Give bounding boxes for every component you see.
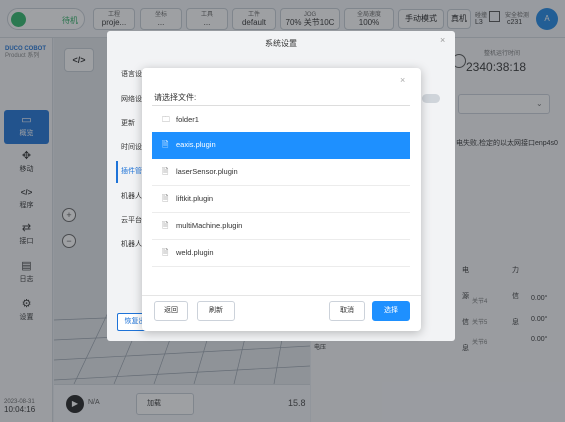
file-dialog-title: 请选择文件: bbox=[154, 93, 197, 102]
cancel-button[interactable]: 取消 bbox=[329, 301, 365, 321]
file-name: laserSensor.plugin bbox=[176, 167, 238, 176]
file-list-item[interactable]: 🗎 eaxis.plugin bbox=[152, 132, 410, 159]
file-icon: 🗎 bbox=[162, 221, 169, 230]
file-icon: 🗎 bbox=[162, 248, 169, 257]
file-list-item[interactable]: 🗎 multiMachine.plugin bbox=[152, 213, 410, 240]
close-icon[interactable]: × bbox=[400, 75, 405, 85]
divider bbox=[142, 295, 421, 296]
file-name: multiMachine.plugin bbox=[176, 221, 243, 230]
file-list-item[interactable]: 🗎 laserSensor.plugin bbox=[152, 159, 410, 186]
file-name: folder1 bbox=[176, 115, 199, 124]
settings-menu-time[interactable]: 时间设 bbox=[121, 142, 142, 152]
folder-icon: 🗀 bbox=[162, 115, 170, 124]
close-icon[interactable]: × bbox=[440, 35, 445, 45]
file-list-item[interactable]: 🗎 weld.plugin bbox=[152, 240, 410, 267]
file-icon: 🗎 bbox=[162, 140, 169, 149]
settings-menu-language[interactable]: 语言设 bbox=[121, 69, 142, 79]
refresh-button[interactable]: 刷新 bbox=[197, 301, 235, 321]
file-list-item[interactable]: 🗀 folder1 bbox=[152, 107, 410, 134]
toggle-switch[interactable] bbox=[422, 94, 440, 103]
active-indicator bbox=[116, 161, 118, 183]
file-list-item[interactable]: 🗎 liftkit.plugin bbox=[152, 186, 410, 213]
settings-menu-cloud[interactable]: 云平台 bbox=[121, 215, 142, 225]
settings-menu-update[interactable]: 更新 bbox=[121, 118, 135, 128]
file-name: weld.plugin bbox=[176, 248, 214, 257]
file-name: eaxis.plugin bbox=[176, 140, 216, 149]
settings-menu-robot[interactable]: 机器人 bbox=[121, 191, 142, 201]
system-settings-title: 系统设置 bbox=[265, 39, 297, 48]
settings-menu-robot-2[interactable]: 机器人 bbox=[121, 239, 142, 249]
settings-menu-plugins[interactable]: 插件管 bbox=[121, 166, 142, 176]
divider bbox=[152, 105, 410, 106]
file-icon: 🗎 bbox=[162, 167, 169, 176]
settings-menu-network[interactable]: 网络设 bbox=[121, 94, 142, 104]
file-chooser-dialog: × 请选择文件: 🗀 folder1 🗎 eaxis.plugin 🗎 laserSe… bbox=[142, 68, 421, 331]
back-button[interactable]: 返回 bbox=[154, 301, 188, 321]
select-button[interactable]: 选择 bbox=[372, 301, 410, 321]
file-icon: 🗎 bbox=[162, 194, 169, 203]
file-name: liftkit.plugin bbox=[176, 194, 214, 203]
